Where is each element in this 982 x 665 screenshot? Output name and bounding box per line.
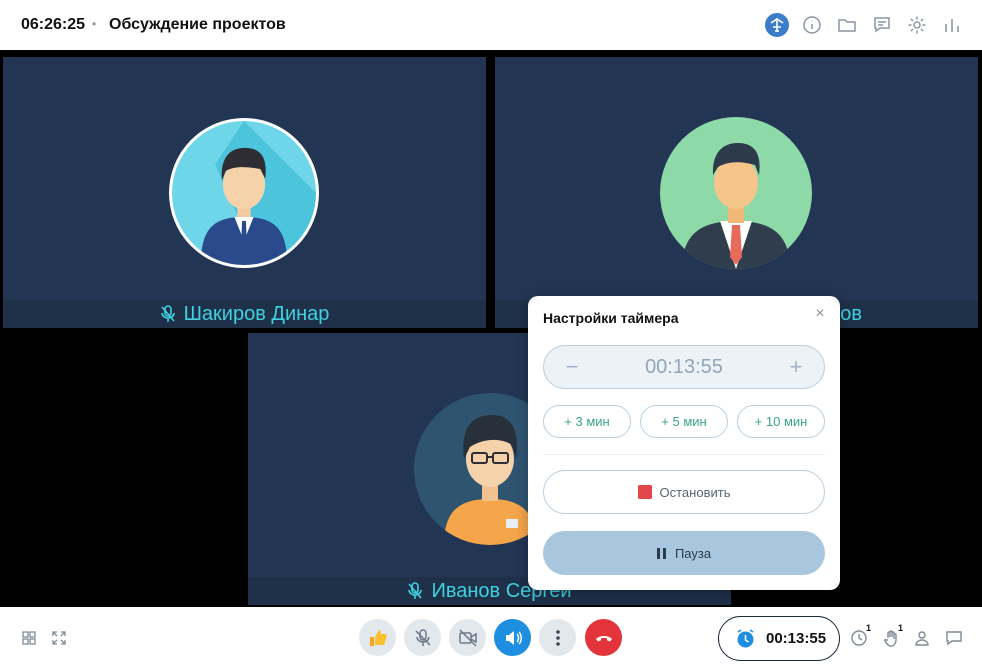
popup-title: Настройки таймера — [543, 310, 679, 326]
header-bar: 06:26:25 • Обсуждение проектов — [0, 0, 982, 50]
chat-list-icon[interactable] — [870, 13, 894, 37]
chat-icon[interactable] — [945, 629, 963, 647]
participant-name: ов — [840, 302, 862, 325]
microphone-button[interactable] — [404, 619, 441, 656]
settings-icon[interactable] — [905, 13, 929, 37]
more-vertical-icon — [555, 629, 560, 646]
grid-layout-icon[interactable] — [22, 631, 36, 645]
title-separator: • — [92, 17, 97, 31]
more-options-button[interactable] — [539, 619, 576, 656]
camera-off-icon — [458, 628, 477, 647]
thumbs-up-icon — [369, 629, 387, 646]
divider — [543, 454, 825, 455]
timer-settings-popup: Настройки таймера × − 00:13:55 + + 3 мин… — [528, 296, 840, 590]
fullscreen-icon[interactable] — [52, 631, 66, 645]
bottom-toolbar: 00:13:55 1 1 — [0, 607, 982, 665]
timer-readout: 00:13:55 — [766, 630, 827, 647]
mic-muted-icon — [414, 628, 431, 646]
camera-button[interactable] — [449, 619, 486, 656]
pause-label: Пауза — [674, 545, 712, 561]
mic-muted-icon — [408, 582, 423, 599]
timer-value[interactable]: 00:13:55 — [645, 356, 723, 379]
participant-name: Шакиров Динар — [183, 302, 330, 325]
folder-icon[interactable] — [835, 13, 859, 37]
speaker-button[interactable] — [494, 619, 531, 656]
add-10-min-button[interactable]: + 10 мин — [737, 405, 825, 438]
timer-stepper: − 00:13:55 + — [543, 345, 825, 389]
stop-icon — [637, 485, 652, 499]
participant-tile[interactable]: ов — [495, 57, 978, 328]
participants-icon[interactable] — [913, 629, 931, 647]
mic-muted-icon — [160, 305, 175, 322]
hand-badge: 1 — [898, 623, 904, 633]
add-5-min-button[interactable]: + 5 мин — [640, 405, 728, 438]
participant-tile[interactable]: Шакиров Динар — [3, 57, 486, 328]
timer-button[interactable]: 00:13:55 — [718, 616, 840, 661]
stop-label: Остановить — [659, 484, 731, 500]
meeting-title: Обсуждение проектов — [109, 16, 286, 33]
end-call-button[interactable] — [585, 619, 622, 656]
info-icon[interactable] — [800, 13, 824, 37]
close-icon[interactable]: × — [812, 306, 828, 322]
add-3-min-button[interactable]: + 3 мин — [543, 405, 631, 438]
header-icons — [765, 13, 964, 37]
alarm-clock-icon — [737, 629, 754, 648]
stop-button[interactable]: Остановить — [543, 470, 825, 514]
decrease-button[interactable]: − — [562, 354, 582, 380]
network-icon[interactable] — [765, 13, 789, 37]
speaker-icon — [505, 630, 522, 645]
hang-up-icon — [595, 635, 612, 641]
avatar — [660, 117, 812, 269]
like-button[interactable] — [359, 619, 396, 656]
stats-icon[interactable] — [940, 13, 964, 37]
clock-badge: 1 — [866, 623, 872, 633]
avatar — [169, 118, 319, 268]
increase-button[interactable]: + — [786, 354, 806, 380]
pause-button[interactable]: Пауза — [543, 531, 825, 575]
participant-name-bar: Шакиров Динар — [3, 300, 486, 328]
clock-time: 06:26:25 — [21, 16, 86, 33]
pause-icon — [656, 547, 666, 559]
add-time-buttons: + 3 мин + 5 мин + 10 мин — [543, 405, 825, 438]
